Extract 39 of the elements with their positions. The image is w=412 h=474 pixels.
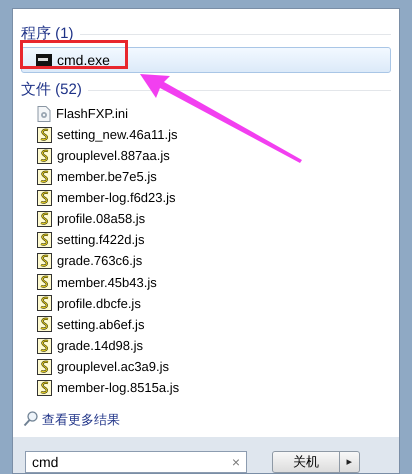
shutdown-options-button[interactable]: ▸ xyxy=(340,451,360,473)
more-results-link[interactable]: 查看更多结果 xyxy=(42,410,120,429)
clear-button[interactable]: × xyxy=(232,452,240,472)
script-file-icon xyxy=(37,295,52,312)
result-item[interactable]: profile.08a58.js xyxy=(21,208,391,230)
search-icon xyxy=(23,411,38,428)
result-item[interactable]: member-log.8515a.js xyxy=(21,377,391,398)
result-item[interactable]: cmd.exe xyxy=(21,47,391,73)
result-item[interactable]: FlashFXP.ini xyxy=(21,103,391,124)
script-file-icon xyxy=(37,338,52,354)
script-file-icon xyxy=(37,253,52,270)
shutdown-button[interactable]: 关机 xyxy=(272,451,340,473)
result-item[interactable]: setting.f422d.js xyxy=(21,230,391,251)
result-item[interactable]: profile.dbcfe.js xyxy=(21,292,391,314)
script-file-icon xyxy=(37,190,52,206)
settings-file-icon xyxy=(37,106,51,122)
script-file-icon xyxy=(37,126,52,143)
script-file-icon xyxy=(37,358,52,375)
script-file-icon xyxy=(37,168,52,185)
group-heading: 程序 (1) xyxy=(21,24,74,44)
result-item[interactable]: setting.ab6ef.js xyxy=(21,314,391,336)
result-item[interactable]: member-log.f6d23.js xyxy=(21,187,391,208)
script-file-icon xyxy=(37,148,52,164)
result-item[interactable]: grouplevel.ac3a9.js xyxy=(21,356,391,378)
result-item[interactable]: member.be7e5.js xyxy=(21,166,391,188)
result-item[interactable]: grade.14d98.js xyxy=(21,335,391,356)
result-item[interactable]: setting_new.46a11.js xyxy=(21,124,391,146)
script-file-icon xyxy=(37,274,52,290)
search-field[interactable]: cmd × xyxy=(25,451,247,473)
script-file-icon xyxy=(37,380,52,396)
script-file-icon xyxy=(37,232,52,248)
result-item[interactable]: member.45b43.js xyxy=(21,272,391,293)
console-icon xyxy=(36,54,52,66)
search-text: cmd xyxy=(32,452,58,472)
result-item[interactable]: grade.763c6.js xyxy=(21,250,391,272)
script-file-icon xyxy=(37,316,52,332)
group-heading: 文件 (52) xyxy=(21,80,82,100)
result-item[interactable]: grouplevel.887aa.js xyxy=(21,145,391,166)
script-file-icon xyxy=(37,211,52,228)
